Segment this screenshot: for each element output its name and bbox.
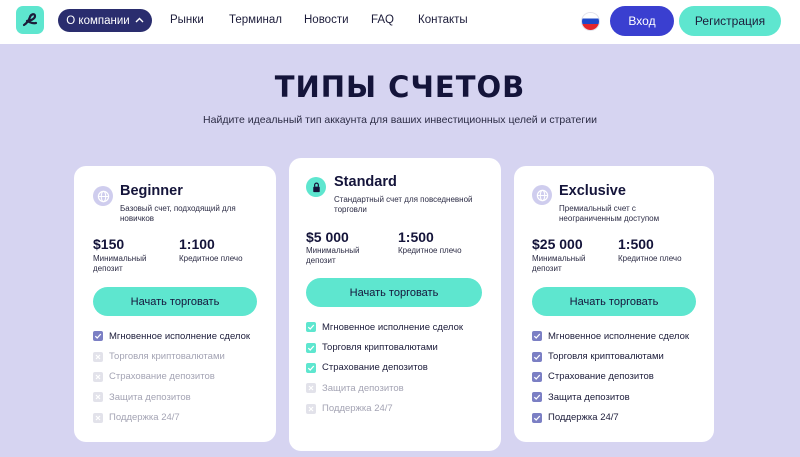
top-header: О компании Рынки Терминал Новости FAQ Ко… <box>0 0 800 44</box>
feature-label: Защита депозитов <box>322 382 404 394</box>
cross-icon <box>93 412 103 423</box>
checkbox-checked-icon <box>532 412 542 423</box>
start-trading-button[interactable]: Начать торговать <box>532 287 696 316</box>
cross-icon <box>93 371 103 382</box>
min-deposit-value: $150 <box>93 236 125 252</box>
start-trading-button[interactable]: Начать торговать <box>306 278 482 307</box>
feature-label: Торговля криптовалютами <box>548 351 664 363</box>
feature-label: Поддержка 24/7 <box>548 412 619 424</box>
card-description-line-2: торговли <box>334 205 367 214</box>
leverage-label: Кредитное плечо <box>398 246 462 255</box>
feature-label: Мгновенное исполнение сделок <box>322 321 464 333</box>
checkbox-checked-icon <box>306 322 316 333</box>
leverage-label: Кредитное плечо <box>618 254 682 263</box>
feature-item: Поддержка 24/7 <box>532 408 689 428</box>
min-deposit-label-line-1: Минимальный <box>532 254 586 263</box>
feature-label: Защита депозитов <box>548 391 630 403</box>
feature-item: Страхование депозитов <box>93 367 250 387</box>
feature-list: Мгновенное исполнение сделок Торговля кр… <box>306 317 463 419</box>
chevron-up-icon <box>135 15 144 25</box>
min-deposit-label-line-2: депозит <box>532 264 562 273</box>
checkbox-checked-icon <box>306 342 316 353</box>
min-deposit-label-line-1: Минимальный <box>93 254 147 263</box>
feature-label: Мгновенное исполнение сделок <box>109 330 251 342</box>
cross-icon <box>93 351 103 362</box>
globe-icon <box>93 186 113 206</box>
nav-news[interactable]: Новости <box>304 14 349 26</box>
feature-label: Мгновенное исполнение сделок <box>548 330 690 342</box>
feature-item: Торговля криптовалютами <box>532 346 689 366</box>
feature-list: Мгновенное исполнение сделок Торговля кр… <box>532 326 689 428</box>
logo-glyph-icon <box>22 13 38 27</box>
feature-item: Страхование депозитов <box>306 358 463 378</box>
card-name: Standard <box>334 174 397 190</box>
feature-item: Торговля криптовалютами <box>93 346 250 366</box>
feature-item: Защита депозитов <box>93 387 250 407</box>
nav-contacts[interactable]: Контакты <box>418 14 468 26</box>
feature-label: Поддержка 24/7 <box>322 403 393 415</box>
feature-label: Торговля криптовалютами <box>109 351 225 363</box>
feature-label: Торговля криптовалютами <box>322 342 438 354</box>
cross-icon <box>306 383 316 394</box>
cross-icon <box>306 403 316 414</box>
account-card-standard: Standard Стандартный счет для повседневн… <box>289 158 501 451</box>
lock-icon <box>306 177 326 197</box>
feature-label: Защита депозитов <box>109 391 191 403</box>
feature-label: Поддержка 24/7 <box>109 412 180 424</box>
feature-item: Мгновенное исполнение сделок <box>93 326 250 346</box>
checkbox-checked-icon <box>532 371 542 382</box>
page-subtitle: Найдите идеальный тип аккаунта для ваших… <box>203 114 597 126</box>
feature-label: Страхование депозитов <box>322 362 428 374</box>
leverage-label: Кредитное плечо <box>179 254 243 263</box>
feature-label: Страхование депозитов <box>109 371 215 383</box>
min-deposit-label-line-1: Минимальный <box>306 246 360 255</box>
checkbox-checked-icon <box>532 331 542 342</box>
feature-item: Торговля криптовалютами <box>306 337 463 357</box>
login-button[interactable]: Вход <box>610 6 674 36</box>
nav-faq[interactable]: FAQ <box>371 14 394 26</box>
card-description-line-2: новичков <box>120 214 155 223</box>
feature-item: Поддержка 24/7 <box>93 408 250 428</box>
account-card-exclusive: Exclusive Премиальный счет с неограничен… <box>514 166 714 442</box>
feature-item: Страхование депозитов <box>532 367 689 387</box>
leverage-value: 1:100 <box>179 236 215 252</box>
card-description-line-2: неограниченным доступом <box>559 214 660 223</box>
feature-list: Мгновенное исполнение сделок Торговля кр… <box>93 326 250 428</box>
feature-item: Поддержка 24/7 <box>306 399 463 419</box>
feature-item: Мгновенное исполнение сделок <box>532 326 689 346</box>
checkbox-checked-icon <box>532 351 542 362</box>
min-deposit-value: $25 000 <box>532 236 583 252</box>
nav-markets[interactable]: Рынки <box>170 14 204 26</box>
feature-item: Мгновенное исполнение сделок <box>306 317 463 337</box>
feature-item: Защита депозитов <box>532 387 689 407</box>
card-name: Exclusive <box>559 183 626 199</box>
nav-about-dropdown[interactable]: О компании <box>58 9 152 32</box>
brand-logo[interactable] <box>16 6 44 34</box>
card-name: Beginner <box>120 183 183 199</box>
feature-item: Защита депозитов <box>306 378 463 398</box>
checkbox-checked-icon <box>93 331 103 342</box>
leverage-value: 1:500 <box>398 229 434 245</box>
card-description-line-1: Базовый счет, подходящий для <box>120 204 236 213</box>
checkbox-checked-icon <box>532 392 542 403</box>
nav-terminal[interactable]: Терминал <box>229 14 282 26</box>
account-card-beginner: Beginner Базовый счет, подходящий для но… <box>74 166 276 442</box>
leverage-value: 1:500 <box>618 236 654 252</box>
russian-flag-icon[interactable] <box>582 13 599 30</box>
start-trading-button[interactable]: Начать торговать <box>93 287 257 316</box>
min-deposit-label-line-2: депозит <box>93 264 123 273</box>
card-description-line-1: Премиальный счет с <box>559 204 636 213</box>
feature-label: Страхование депозитов <box>548 371 654 383</box>
checkbox-checked-icon <box>306 362 316 373</box>
register-button[interactable]: Регистрация <box>679 6 781 36</box>
card-description-line-1: Стандартный счет для повседневной <box>334 195 473 204</box>
min-deposit-label-line-2: депозит <box>306 256 336 265</box>
cross-icon <box>93 392 103 403</box>
page-title: ТИПЫ СЧЕТОВ <box>274 70 526 104</box>
globe-icon <box>532 185 552 205</box>
min-deposit-value: $5 000 <box>306 229 349 245</box>
nav-about-label: О компании <box>66 14 130 27</box>
